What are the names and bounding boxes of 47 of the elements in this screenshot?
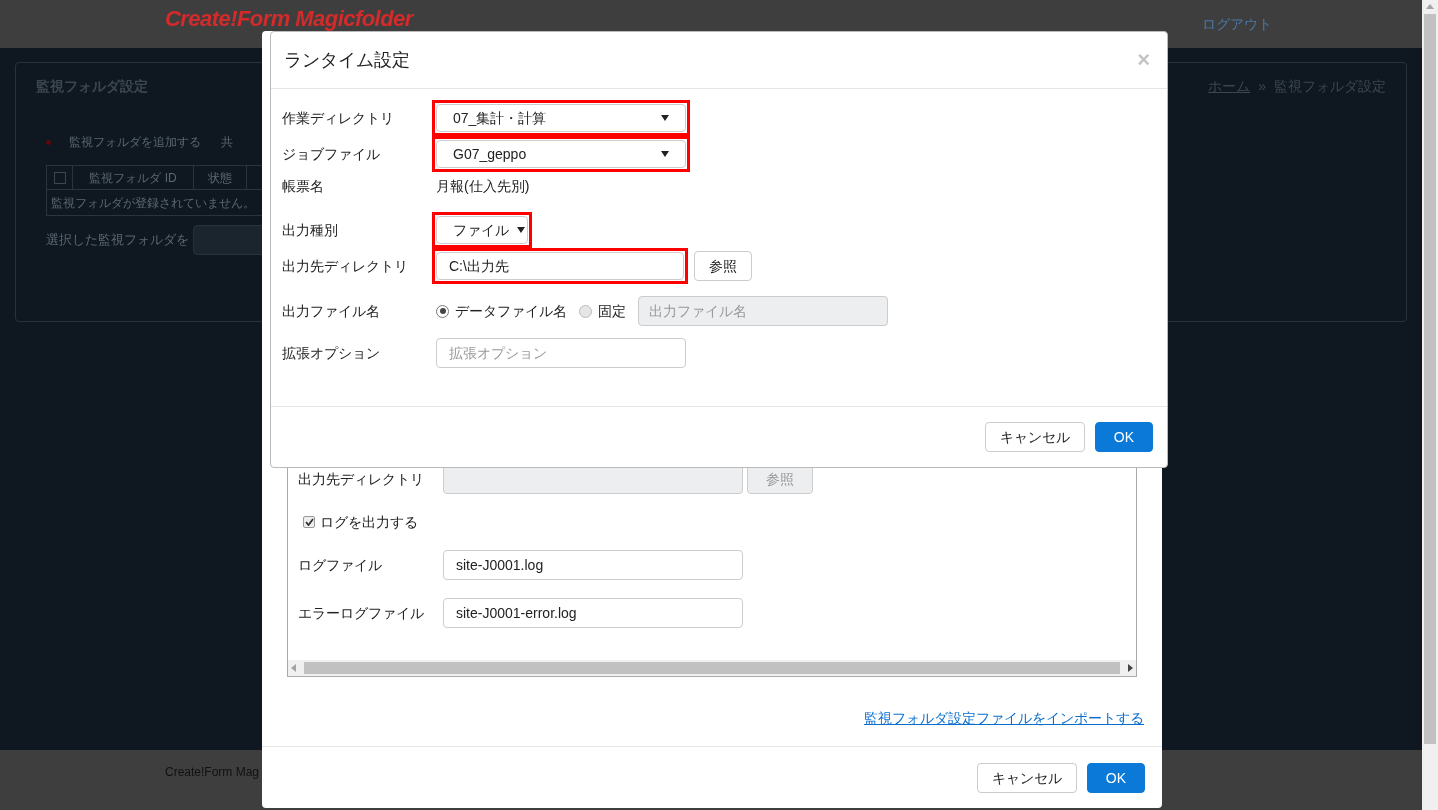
radio-label: 固定 [598, 301, 626, 321]
checkmark-icon [304, 518, 314, 526]
radio-button[interactable] [579, 304, 592, 318]
input-field[interactable]: site-J0001.log [443, 550, 743, 580]
field-label: ジョブファイル [282, 144, 381, 164]
log-checkbox[interactable]: ログを出力する [298, 512, 418, 532]
field-label: 出力種別 [282, 220, 339, 240]
radio-button[interactable] [436, 304, 449, 318]
field-label: 作業ディレクトリ [282, 108, 395, 128]
breadcrumb-separator: » [1258, 76, 1266, 96]
field-label: 帳票名 [282, 176, 325, 196]
field-label: 出力ファイル名 [282, 301, 381, 321]
scroll-right-icon [1128, 664, 1133, 672]
dropdown[interactable]: G07_geppo [436, 140, 686, 168]
field-label: 出力先ディレクトリ [298, 469, 425, 489]
column-header: 監視フォルダ ID [73, 166, 194, 189]
empty-message: 監視フォルダが登録されていません。 [51, 194, 255, 212]
input-field[interactable]: C:\出力先 [436, 252, 684, 280]
dialog-title: ランタイム設定 [284, 48, 410, 72]
caret-icon [661, 151, 669, 157]
scroll-up-icon [1426, 4, 1434, 9]
import-link[interactable]: 監視フォルダ設定ファイルをインポートする [864, 708, 1144, 729]
field-label: 出力先ディレクトリ [282, 256, 409, 276]
cancel-button[interactable]: キャンセル [984, 422, 1085, 452]
input-field[interactable]: site-J0001-error.log [443, 598, 743, 628]
radio-label: データファイル名 [455, 301, 567, 321]
input-field[interactable]: 拡張オプション [436, 338, 686, 368]
form-name: 月報(仕入先別) [435, 176, 530, 196]
ok-button[interactable]: OK [1094, 422, 1153, 452]
ok-button[interactable]: OK [1086, 763, 1145, 793]
add-icon [46, 139, 51, 145]
caret-icon [661, 115, 669, 121]
brand-logo: Create!Form Magicfolder [165, 8, 413, 30]
bulk-label: 選択した監視フォルダを [46, 231, 189, 250]
field-label: ログファイル [298, 555, 383, 575]
field-label: エラーログファイル [298, 603, 425, 623]
scroll-thumb[interactable] [1424, 14, 1436, 744]
caret-icon [517, 227, 525, 233]
dropdown[interactable]: ファイル [436, 216, 528, 244]
dropdown[interactable]: 07_集計・計算 [436, 104, 686, 132]
column-header: 状態 [194, 166, 247, 189]
scroll-thumb[interactable] [304, 662, 1120, 674]
browse-button[interactable]: 参照 [694, 251, 752, 281]
field-label: 拡張オプション [282, 343, 381, 363]
select-all-checkbox[interactable] [53, 171, 66, 184]
scroll-left-icon [291, 664, 296, 672]
cancel-button[interactable]: キャンセル [976, 763, 1077, 793]
